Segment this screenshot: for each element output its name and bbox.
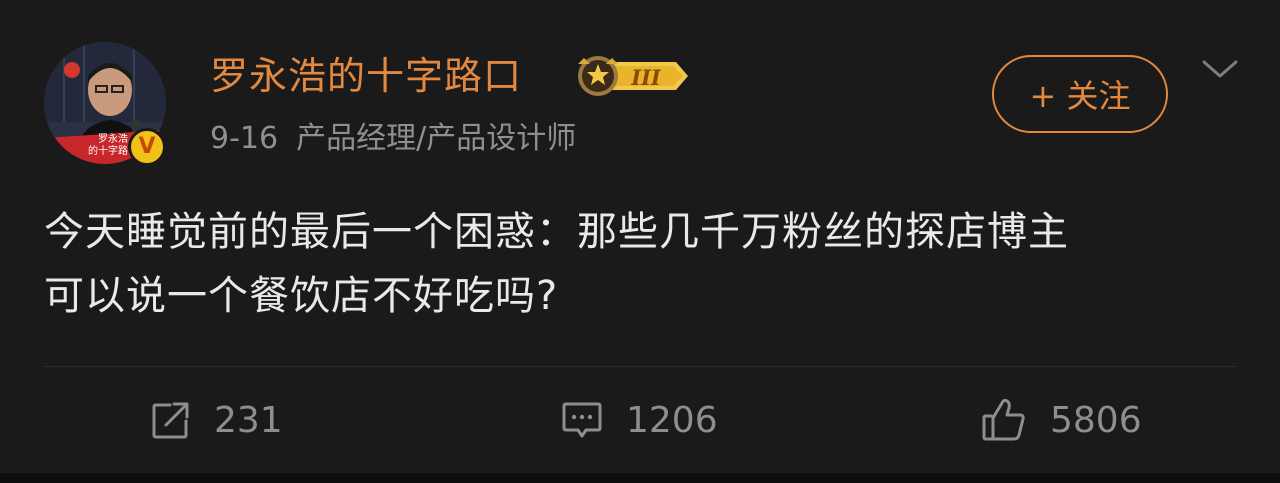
post-date: 9-16	[210, 121, 279, 156]
divider	[44, 366, 1236, 367]
post-meta: 9-16 产品经理/产品设计师	[210, 118, 576, 160]
weibo-post-card: 罗永浩 的十字路口 V 罗永浩的十字路口 III 9-16 产品经理/产品设计师 …	[0, 0, 1280, 473]
repost-button[interactable]: 231	[150, 392, 283, 448]
follow-label: + 关注	[1029, 77, 1131, 115]
repost-icon	[152, 402, 189, 439]
comment-icon	[562, 402, 602, 438]
like-count: 5806	[1050, 399, 1142, 441]
crown-icon: III	[578, 56, 688, 96]
author-profession: 产品经理/产品设计师	[296, 121, 577, 156]
like-button[interactable]: 5806	[980, 392, 1142, 448]
post-content-line1: 今天睡觉前的最后一个困惑：那些几千万粉丝的探店博主	[44, 209, 1069, 255]
bottom-separator	[0, 473, 1280, 483]
post-content-line2: 可以说一个餐饮店不好吃吗?	[44, 273, 559, 319]
repost-count: 231	[214, 399, 283, 441]
verified-icon: V	[128, 128, 166, 166]
comment-button[interactable]: 1206	[560, 392, 718, 448]
post-content: 今天睡觉前的最后一个困惑：那些几千万粉丝的探店博主 可以说一个餐饮店不好吃吗?	[44, 200, 1244, 328]
like-icon	[982, 398, 1025, 441]
comment-count: 1206	[626, 399, 718, 441]
level-number: III	[630, 65, 662, 90]
chevron-down-icon[interactable]	[1200, 56, 1240, 84]
verified-mark: V	[138, 134, 156, 159]
level-badge[interactable]: III	[574, 54, 692, 102]
follow-button[interactable]: + 关注	[992, 55, 1168, 133]
author-name[interactable]: 罗永浩的十字路口	[210, 50, 522, 102]
